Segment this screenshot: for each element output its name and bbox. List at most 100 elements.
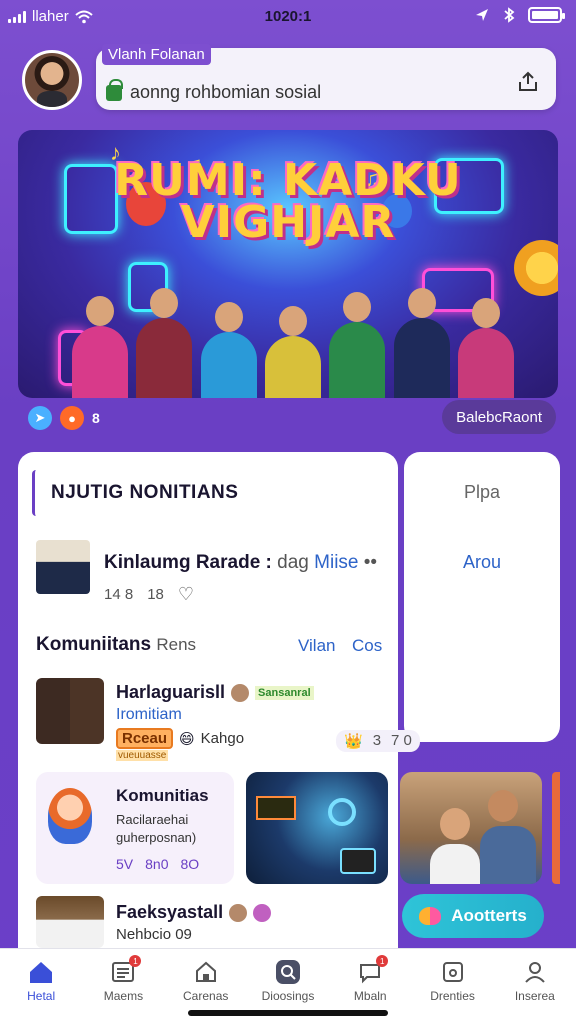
card-line2: guherposnan) <box>116 830 197 845</box>
row1-meta-a: 14 8 <box>104 586 134 603</box>
lock-icon <box>106 78 123 101</box>
row2-badges: Rceau 😄 Kahgo <box>116 728 244 749</box>
header-card[interactable]: Vlanh Folanan aonng rohbomian sosial <box>96 44 556 110</box>
tab-label: Mbaln <box>353 989 387 1003</box>
row2-stat-a: 3 <box>372 732 382 749</box>
person-figure <box>393 288 450 398</box>
section-link-view[interactable]: Vilan <box>298 636 336 656</box>
badge-label: Rceau <box>116 728 174 749</box>
heart-icon[interactable]: ♡ <box>178 584 194 605</box>
list-item[interactable]: Faeksyastall Nehbcio 09 <box>36 896 272 948</box>
person-figure <box>136 288 193 398</box>
bird-icon[interactable]: ➤ <box>28 406 52 430</box>
group-thumbnail <box>36 540 90 594</box>
list-item[interactable]: Harlaguarisll Sansanral Iromitiam Rceau … <box>36 678 420 761</box>
person-figure <box>264 306 321 398</box>
cta-button[interactable]: Aootterts <box>402 894 544 938</box>
header-title: Vlanh Folanan <box>102 44 211 65</box>
tab-label: Hetal <box>27 989 56 1003</box>
side-panel-link[interactable]: Arou <box>404 552 560 573</box>
notification-badge: 1 <box>129 955 142 967</box>
row1-meta: 14 8 18 ♡ <box>104 584 194 605</box>
banner-button[interactable]: BalebcRaont <box>442 400 556 434</box>
tab-home[interactable]: Hetal <box>4 959 78 1024</box>
panel-tab[interactable]: NJUTIG NONITIANS <box>32 470 384 516</box>
status-right <box>474 7 565 23</box>
person-icon <box>521 959 549 985</box>
search-icon <box>274 959 302 985</box>
device-graphic <box>340 848 376 874</box>
card-title: Komunitias <box>116 786 209 805</box>
section-heading-title: Komuniitans <box>36 634 152 655</box>
side-panel: Plpa Arou <box>404 452 560 742</box>
row2-tiny-tag: vueuuasse <box>116 750 169 761</box>
banner-indicators: ➤ ● 8 <box>28 406 100 430</box>
people-illustration <box>68 278 518 398</box>
battery-icon <box>528 7 565 23</box>
location-icon <box>476 9 488 21</box>
row1-title: Kinlaumg Rarade : <box>104 552 272 573</box>
card-stat-a: 5V <box>116 856 134 872</box>
section-link-cos[interactable]: Cos <box>352 636 382 656</box>
row3-title: Faeksyastall <box>116 902 224 922</box>
list-icon: 1 <box>109 955 142 985</box>
person-head <box>440 808 470 840</box>
photo-card[interactable] <box>400 772 542 884</box>
status-bar: llaher 1020:1 <box>0 0 576 34</box>
row1-link[interactable]: Miise <box>314 552 358 573</box>
community-card[interactable]: Komunitias Racilaraehai guherposnan) 5V … <box>36 772 234 884</box>
tab-drenties[interactable]: Drenties <box>416 959 490 1024</box>
emoji-icon: 😄 <box>179 730 195 748</box>
house-icon <box>192 959 220 985</box>
chat-icon: 1 <box>356 955 389 985</box>
next-card-edge[interactable] <box>552 772 560 884</box>
section-heading: Komuniitans Rens <box>36 634 196 656</box>
status-tag: Sansanral <box>255 685 314 700</box>
ring-graphic <box>328 798 356 826</box>
share-icon[interactable] <box>516 70 540 94</box>
person-figure <box>72 296 129 398</box>
tab-label: Inserea <box>514 989 555 1003</box>
row2-subtitle[interactable]: Iromitiam <box>116 706 182 724</box>
crown-icon: 👑 <box>344 733 363 750</box>
profile-avatar[interactable] <box>22 50 82 110</box>
gaming-card[interactable] <box>246 772 388 884</box>
tab-profile[interactable]: Inserea <box>498 959 572 1024</box>
header-subtitle: aonng rohbomian sosial <box>130 82 322 102</box>
row2-label: Kahgo <box>200 730 245 747</box>
row3-subtitle: Nehbcio 09 <box>116 926 192 943</box>
person-figure <box>200 302 257 398</box>
banner-title-line1: RUMI: KADKU <box>114 155 462 206</box>
hero-banner[interactable]: ♫ ♪ ♫ RUMI: KADKU VIGHJAR <box>18 130 558 398</box>
section-heading-sub: Rens <box>156 635 197 654</box>
row2-stat-b: 7 0 <box>391 732 412 749</box>
tab-label: Drenties <box>430 989 475 1003</box>
cta-label: Aootterts <box>451 906 527 925</box>
person-head <box>488 790 518 822</box>
tab-messages[interactable]: 1 Maems <box>86 955 160 1024</box>
panel-tab-title: NJUTIG NONITIANS <box>51 482 239 503</box>
mascot-icon <box>48 788 92 844</box>
box-icon <box>439 959 467 985</box>
row3-title-line: Faeksyastall <box>116 902 272 923</box>
list-item[interactable]: Kinlaumg Rarade : dag Miise •• 14 8 18 ♡ <box>36 540 377 604</box>
bluetooth-icon <box>504 7 515 23</box>
card-stat-b: 8n0 <box>145 856 169 872</box>
person-figure <box>480 826 536 884</box>
person-figure <box>457 298 514 398</box>
row1-extra: dag <box>277 552 309 573</box>
more-dots-icon[interactable]: •• <box>364 552 377 573</box>
screen-graphic <box>256 796 296 820</box>
kid-thumbnail <box>36 896 104 948</box>
banner-title-line2: VIGHJAR <box>180 197 396 248</box>
person-figure <box>329 292 386 398</box>
row2-title: Harlaguarisll <box>116 682 226 702</box>
card-stats: 5V 8n0 8O <box>116 856 199 872</box>
tab-label: Dioosings <box>261 989 315 1003</box>
heart-hand-icon <box>419 907 442 925</box>
home-icon <box>27 959 55 985</box>
coin-icon <box>514 240 558 296</box>
flame-icon[interactable]: ● <box>60 406 84 430</box>
home-indicator[interactable] <box>188 1010 388 1016</box>
card-stat-c: 8O <box>180 856 200 872</box>
